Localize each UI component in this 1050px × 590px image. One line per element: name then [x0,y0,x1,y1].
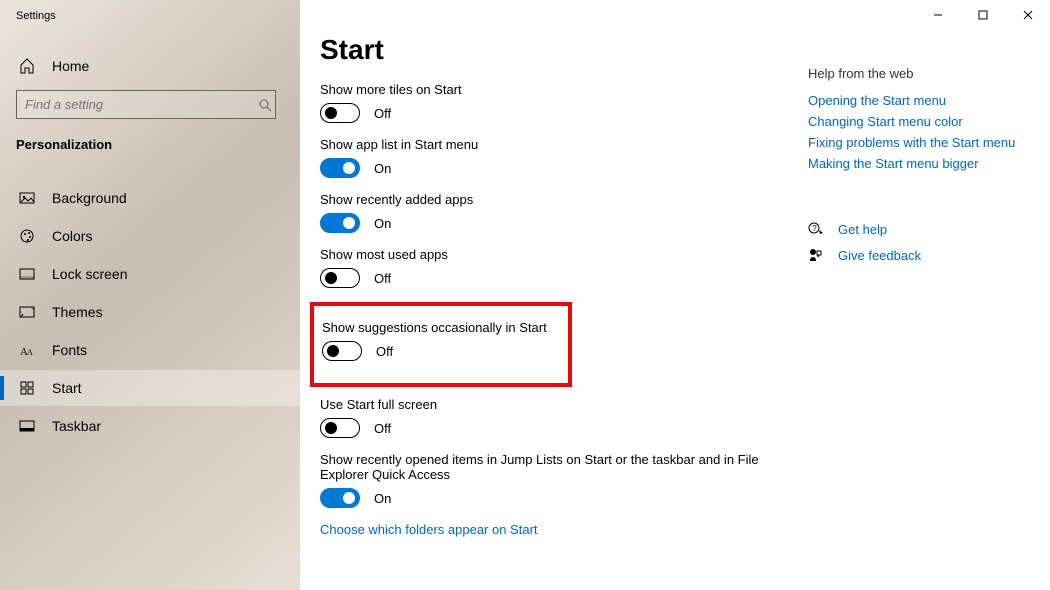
toggle-state: Off [374,421,391,436]
sidebar-item-fonts[interactable]: AA Fonts [0,332,300,368]
setting: Use Start full screen Off [320,397,760,438]
toggle-state: Off [374,271,391,286]
search-wrap [16,90,284,119]
main-column: Start Show more tiles on Start Off Show ap… [320,28,760,590]
sidebar-item-colors[interactable]: Colors [0,218,300,254]
sidebar-item-label: Start [52,380,82,396]
search-icon [258,98,272,112]
toggle[interactable] [320,103,360,123]
search-input[interactable] [16,90,276,119]
highlighted-setting: Show suggestions occasionally in Start Of… [310,302,572,387]
setting-2: Show recently added apps On [320,192,760,233]
toggle[interactable] [320,268,360,288]
toggle-row: Off [320,268,760,288]
sidebar-item-label: Background [52,190,127,206]
setting: Show app list in Start menu On [320,137,760,178]
toggle[interactable] [322,341,362,361]
setting-label: Use Start full screen [320,397,760,412]
aside-help-title: Help from the web [808,66,1048,81]
sidebar-nav: Background Colors Lock screen Themes AA Fonts… [0,178,300,446]
setting-3: Show most used apps Off [320,247,760,288]
aside-action-label: Get help [838,222,887,237]
feedback-icon [808,247,824,263]
sidebar-item-background[interactable]: Background [0,180,300,216]
sidebar-item-label: Colors [52,228,92,244]
toggle-state: Off [376,344,393,359]
home-icon [16,58,38,74]
svg-text:A: A [27,348,33,357]
setting-label: Show recently opened items in Jump Lists… [320,452,760,482]
setting: Show more tiles on Start Off [320,82,760,123]
toggle[interactable] [320,213,360,233]
sidebar-section-label: Personalization [0,127,300,164]
help-icon: ? [808,221,824,237]
setting: Show recently opened items in Jump Lists… [320,452,760,508]
setting: Show recently added apps On [320,192,760,233]
page-title: Start [320,34,760,66]
toggle-state: Off [374,106,391,121]
toggle-state: On [374,216,391,231]
setting-6: Show recently opened items in Jump Lists… [320,452,760,508]
settings-list: Show more tiles on Start Off Show app list… [320,82,760,508]
fonts-icon: AA [16,342,38,358]
lock-screen-icon [16,266,38,282]
aside-action-get-help[interactable]: ? Get help [808,221,1048,237]
footer-link[interactable]: Choose which folders appear on Start [320,522,760,537]
toggle-row: On [320,158,760,178]
sidebar-home[interactable]: Home [0,50,300,82]
maximize-button[interactable] [960,0,1005,30]
setting-1: Show app list in Start menu On [320,137,760,178]
toggle[interactable] [320,488,360,508]
aside-action-label: Give feedback [838,248,921,263]
app-title: Settings [0,10,72,22]
start-icon [16,380,38,396]
taskbar-icon [16,418,38,434]
sidebar-item-themes[interactable]: Themes [0,294,300,330]
sidebar-item-label: Fonts [52,342,87,358]
toggle-state: On [374,491,391,506]
close-button[interactable] [1005,0,1050,30]
setting: Show most used apps Off [320,247,760,288]
toggle[interactable] [320,158,360,178]
setting-label: Show recently added apps [320,192,760,207]
sidebar-item-start[interactable]: Start [0,370,300,406]
setting-0: Show more tiles on Start Off [320,82,760,123]
aside-action-give-feedback[interactable]: Give feedback [808,247,1048,263]
window-controls [915,0,1050,30]
sidebar-item-label: Themes [52,304,103,320]
aside-link[interactable]: Making the Start menu bigger [808,156,1048,171]
toggle-row: Off [322,341,560,361]
setting-label: Show suggestions occasionally in Start [322,320,560,335]
setting-label: Show most used apps [320,247,760,262]
sidebar-item-label: Lock screen [52,266,127,282]
aside-link[interactable]: Changing Start menu color [808,114,1048,129]
sidebar: Settings Home Personalization Background… [0,0,300,590]
minimize-button[interactable] [915,0,960,30]
svg-text:?: ? [812,224,817,233]
toggle-row: On [320,488,760,508]
sidebar-item-lock-screen[interactable]: Lock screen [0,256,300,292]
aside-link[interactable]: Fixing problems with the Start menu [808,135,1048,150]
toggle-state: On [374,161,391,176]
aside-link[interactable]: Opening the Start menu [808,93,1048,108]
sidebar-item-taskbar[interactable]: Taskbar [0,408,300,444]
palette-icon [16,228,38,244]
aside-links: Opening the Start menu Changing Start men… [808,93,1048,171]
content: Start Show more tiles on Start Off Show ap… [300,0,1050,590]
aside-column: Help from the web Opening the Start menu… [808,28,1048,590]
toggle-row: Off [320,103,760,123]
toggle[interactable] [320,418,360,438]
image-icon [16,190,38,206]
toggle-row: Off [320,418,760,438]
setting-4: Show suggestions occasionally in Start Of… [322,320,560,361]
sidebar-item-label: Taskbar [52,418,101,434]
titlebar: Settings [0,0,300,32]
setting-label: Show more tiles on Start [320,82,760,97]
aside-actions: ? Get help Give feedback [808,221,1048,263]
toggle-row: On [320,213,760,233]
setting-5: Use Start full screen Off [320,397,760,438]
sidebar-home-label: Home [52,58,89,74]
setting-label: Show app list in Start menu [320,137,760,152]
themes-icon [16,304,38,320]
